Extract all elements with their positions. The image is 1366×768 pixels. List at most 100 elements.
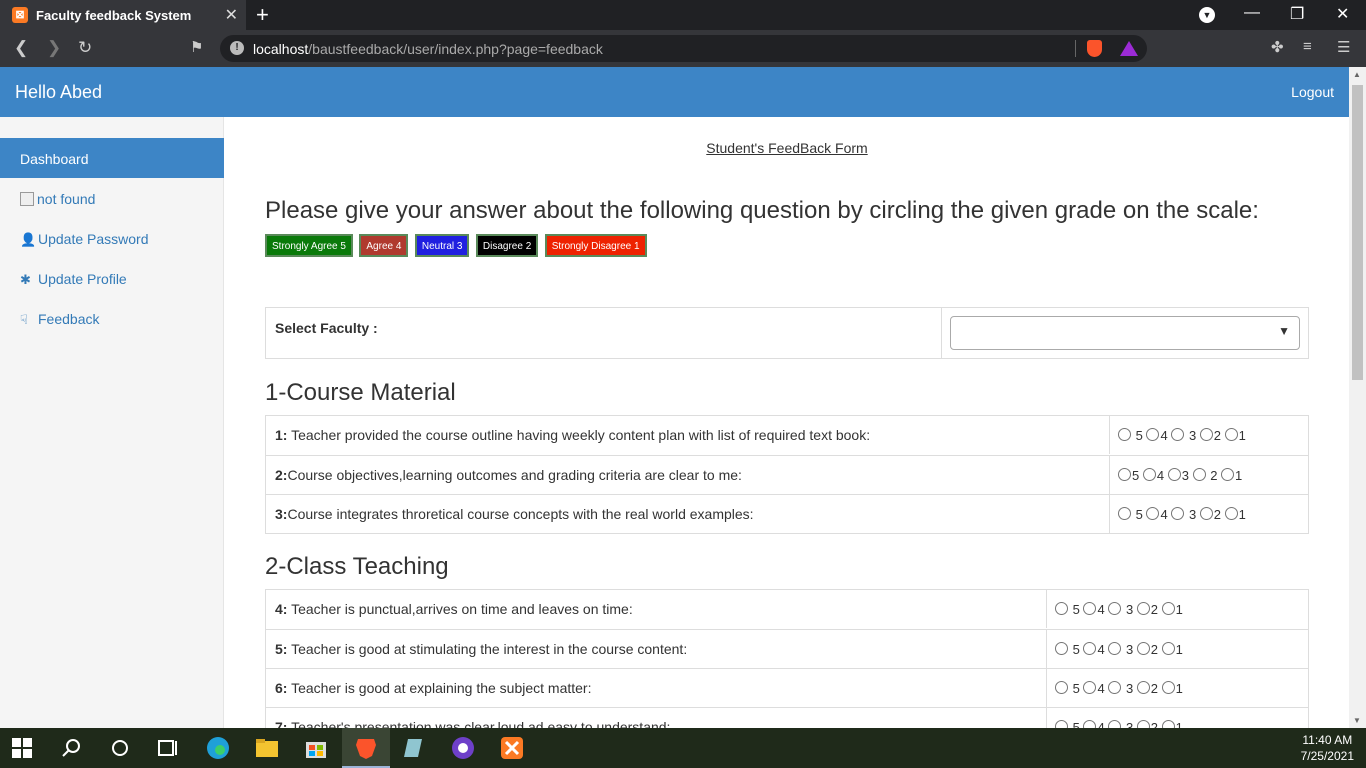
cortana-icon[interactable] [108,736,132,760]
store-icon[interactable] [304,736,328,760]
notes-app-icon[interactable] [402,736,426,760]
xampp-icon[interactable] [500,736,524,760]
omnibox-divider [1075,40,1076,57]
rating-cell: 5 4 3 2 1 [1046,669,1308,707]
task-view-icon[interactable] [156,736,180,760]
radio-1[interactable] [1161,681,1175,694]
radio-2[interactable] [1136,642,1150,655]
clock-date: 7/25/2021 [1300,749,1354,763]
sidebar-item-feedback[interactable]: ☟ Feedback [20,311,99,328]
radio-5[interactable] [1055,720,1068,728]
radio-2[interactable] [1136,681,1150,694]
minimize-icon[interactable]: — [1244,4,1260,22]
radio-3[interactable] [1171,507,1185,520]
radio-1[interactable] [1224,507,1238,520]
radio-1[interactable] [1161,602,1175,615]
new-tab-icon[interactable]: + [256,2,269,28]
sidebar-item-label: Update Profile [38,271,127,287]
broken-image-alt-text: not found [37,191,96,207]
radio-5[interactable] [1055,602,1068,615]
chevron-down-icon: ▼ [1278,324,1290,338]
radio-4[interactable] [1146,428,1160,441]
rating-options: 5 4 3 2 1 [1118,507,1246,522]
media-queue-icon[interactable]: ≡ [1303,38,1312,55]
browser-tab-bar: ⊠ Faculty feedback System ✕ + ▼ — ❐ ✕ [0,0,1366,30]
faculty-select[interactable]: ▼ [950,316,1300,350]
asterisk-icon: ✱ [20,272,31,287]
radio-4[interactable] [1146,507,1160,520]
radio-3[interactable] [1171,428,1185,441]
brave-shields-icon[interactable] [1087,40,1102,57]
system-clock[interactable]: 11:40 AM 7/25/2021 [1301,732,1354,764]
back-icon[interactable]: ❮ [14,38,28,58]
edge-browser-icon[interactable] [206,736,230,760]
search-icon[interactable] [60,736,84,760]
brave-browser-icon[interactable] [354,736,378,760]
windows-start-icon[interactable] [12,738,32,758]
radio-3[interactable] [1108,642,1122,655]
radio-3[interactable] [1108,720,1122,728]
radio-2[interactable] [1192,468,1206,481]
form-title: Student's FeedBack Form [706,140,868,156]
sidebar-broken-image[interactable]: not found [20,191,95,207]
browser-tab[interactable]: ⊠ Faculty feedback System ✕ [0,0,246,30]
github-desktop-icon[interactable] [451,736,475,760]
scrollbar-thumb[interactable] [1352,85,1363,380]
radio-1[interactable] [1161,642,1175,655]
radio-1[interactable] [1224,428,1238,441]
radio-2[interactable] [1199,428,1213,441]
browser-toolbar: ❮ ❯ ↻ ⚑ ! localhost/baustfeedback/user/i… [0,30,1366,67]
radio-5[interactable] [1055,681,1068,694]
reload-icon[interactable]: ↻ [78,38,92,58]
file-explorer-icon[interactable] [255,736,279,760]
radio-1[interactable] [1161,720,1175,728]
radio-3[interactable] [1108,681,1122,694]
scroll-up-icon[interactable]: ▲ [1353,70,1361,79]
url-text[interactable]: localhost/baustfeedback/user/index.php?p… [253,41,603,57]
sidebar-item-update-password[interactable]: 👤 Update Password [20,231,149,248]
sidebar-item-dashboard[interactable]: Dashboard [0,138,224,178]
radio-4[interactable] [1142,468,1156,481]
radio-3[interactable] [1167,468,1181,481]
radio-2[interactable] [1136,602,1150,615]
restore-icon[interactable]: ❐ [1290,4,1304,24]
forward-icon[interactable]: ❯ [47,38,61,58]
logout-link[interactable]: Logout [1291,84,1334,100]
radio-5[interactable] [1118,507,1131,520]
radio-4[interactable] [1083,642,1097,655]
radio-4[interactable] [1083,602,1097,615]
scale-legend: Strongly Agree 5 Agree 4 Neutral 3 Disag… [265,234,649,257]
tab-search-icon[interactable]: ▼ [1199,7,1215,23]
question-row: 7: Teacher's presentation was clear,loud… [266,707,1308,728]
question-table-course-material: 1: Teacher provided the course outline h… [265,415,1309,534]
question-row: 2:Course objectives,learning outcomes an… [266,455,1308,494]
taskbar-active-app[interactable] [342,728,390,768]
radio-5[interactable] [1055,642,1068,655]
browser-menu-icon[interactable]: ☰ [1337,38,1350,56]
radio-4[interactable] [1083,681,1097,694]
address-bar[interactable]: ! localhost/baustfeedback/user/index.php… [220,35,1147,62]
sidebar-item-update-profile[interactable]: ✱ Update Profile [20,271,127,288]
question-text: 1: Teacher provided the course outline h… [275,427,871,443]
brave-rewards-icon[interactable] [1120,41,1138,56]
radio-4[interactable] [1083,720,1097,728]
radio-2[interactable] [1199,507,1213,520]
section-title-class-teaching: 2-Class Teaching [265,553,449,580]
question-row: 5: Teacher is good at stimulating the in… [266,629,1308,668]
radio-5[interactable] [1118,428,1131,441]
xampp-favicon-icon: ⊠ [12,7,28,23]
scroll-down-icon[interactable]: ▼ [1353,716,1361,725]
rating-options: 5 4 3 2 1 [1055,642,1183,657]
bookmark-icon[interactable]: ⚑ [190,38,203,56]
close-tab-icon[interactable]: ✕ [225,5,238,25]
radio-1[interactable] [1221,468,1235,481]
radio-3[interactable] [1108,602,1122,615]
radio-5[interactable] [1118,468,1131,481]
rating-options: 5 4 3 2 1 [1118,468,1242,483]
site-info-icon[interactable]: ! [230,41,244,55]
radio-2[interactable] [1136,720,1150,728]
window-close-icon[interactable]: ✕ [1336,4,1349,24]
extensions-icon[interactable]: ✤ [1271,38,1284,56]
sidebar-item-label: Update Password [38,231,149,247]
page-scrollbar[interactable]: ▲ ▼ [1349,67,1366,728]
